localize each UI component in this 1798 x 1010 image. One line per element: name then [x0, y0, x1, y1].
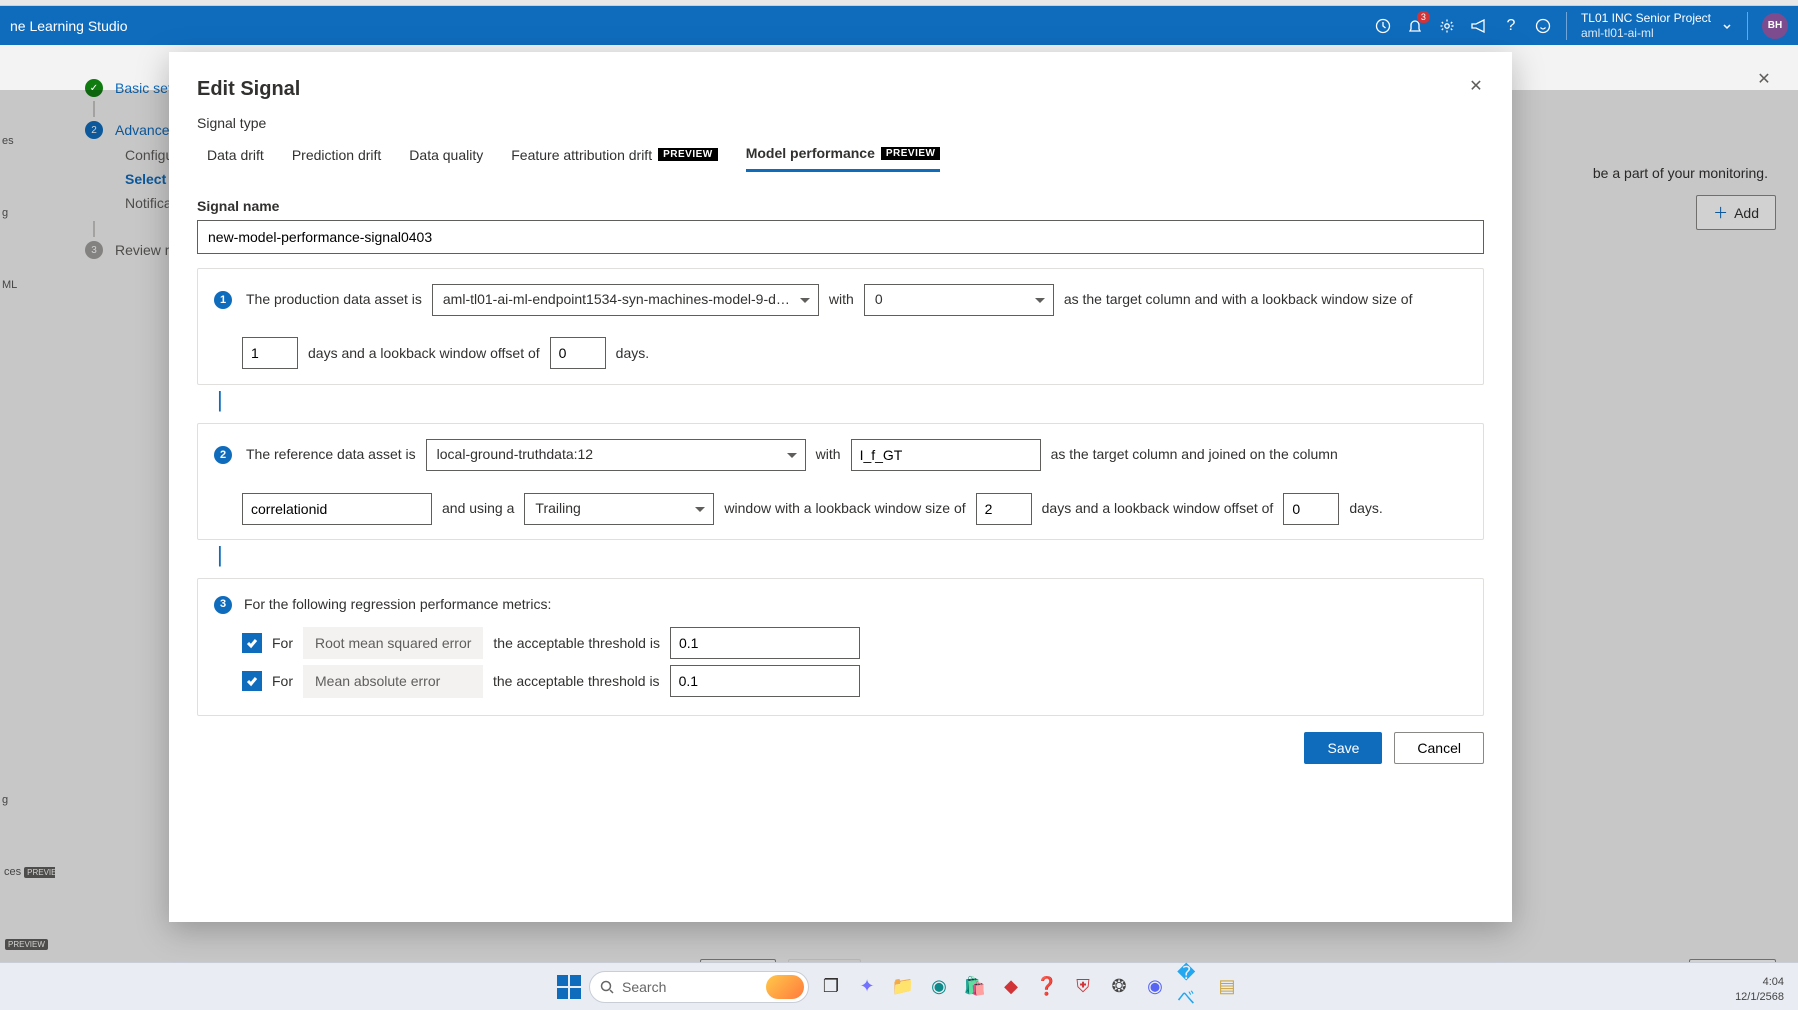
connector-icon: | [217, 542, 1484, 568]
help-app-icon[interactable]: ❓ [1033, 973, 1061, 1001]
metric-name: Root mean squared error [303, 627, 483, 659]
steam-icon[interactable]: ❂ [1105, 973, 1133, 1001]
search-highlight-icon [766, 975, 804, 999]
reference-asset-select[interactable]: local-ground-truthdata:12 [426, 439, 806, 471]
save-button[interactable]: Save [1304, 732, 1382, 764]
rmse-checkbox[interactable] [242, 633, 262, 653]
clock-date: 12/1/2568 [1735, 990, 1784, 1004]
signal-name-input[interactable] [197, 220, 1484, 254]
tab-model-performance[interactable]: Model performancePREVIEW [746, 137, 941, 172]
signal-type-label: Signal type [197, 115, 1484, 131]
reference-target-input[interactable] [851, 439, 1041, 471]
start-button[interactable] [557, 975, 581, 999]
mae-checkbox[interactable] [242, 671, 262, 691]
cancel-button[interactable]: Cancel [1394, 732, 1484, 764]
window-type-select[interactable]: Trailing [524, 493, 714, 525]
production-data-card: 1 The production data asset is aml-tl01-… [197, 268, 1484, 385]
metrics-card: 3 For the following regression performan… [197, 578, 1484, 715]
connector-icon: | [217, 387, 1484, 413]
production-lookback-size-input[interactable] [242, 337, 298, 369]
signal-type-tabs: Data drift Prediction drift Data quality… [207, 137, 1484, 172]
task-view-icon[interactable]: ❐ [817, 973, 845, 1001]
metric-row-mae: For Mean absolute error the acceptable t… [242, 662, 1467, 700]
modal-title: Edit Signal [197, 78, 1484, 101]
account-switcher[interactable]: TL01 INC Senior Project aml-tl01-ai-ml [1581, 11, 1733, 40]
search-icon [600, 980, 614, 994]
signal-name-label: Signal name [197, 198, 1484, 214]
reference-lookback-offset-input[interactable] [1283, 493, 1339, 525]
explorer-icon[interactable]: 📁 [889, 973, 917, 1001]
app-icon[interactable]: ◆ [997, 973, 1025, 1001]
mae-threshold-input[interactable] [670, 665, 860, 697]
vscode-icon[interactable]: �べ [1177, 973, 1205, 1001]
gear-icon[interactable] [1438, 17, 1456, 35]
metric-name: Mean absolute error [303, 665, 483, 697]
rmse-threshold-input[interactable] [670, 627, 860, 659]
windows-taskbar: Search ❐ ✦ 📁 ◉ 🛍️ ◆ ❓ ⛨ ❂ ◉ �べ ▤ 4:04 12… [0, 962, 1798, 1010]
store-icon[interactable]: 🛍️ [961, 973, 989, 1001]
taskbar-search[interactable]: Search [589, 971, 809, 1003]
copilot-icon[interactable]: ✦ [853, 973, 881, 1001]
feedback-icon[interactable] [1534, 17, 1552, 35]
app-title: ne Learning Studio [10, 18, 128, 34]
bell-icon[interactable]: 3 [1406, 17, 1424, 35]
tab-prediction-drift[interactable]: Prediction drift [292, 137, 381, 172]
account-sub: aml-tl01-ai-ml [1581, 26, 1711, 40]
step-badge-2: 2 [214, 446, 232, 464]
edit-signal-modal: ✕ Edit Signal Signal type Data drift Pre… [169, 52, 1512, 922]
production-target-select[interactable]: 0 [864, 284, 1054, 316]
step-badge-3: 3 [214, 596, 232, 614]
edge-icon[interactable]: ◉ [925, 973, 953, 1001]
app-header: ne Learning Studio 3 ? TL01 INC Senior P… [0, 6, 1798, 45]
reference-lookback-size-input[interactable] [976, 493, 1032, 525]
production-lookback-offset-input[interactable] [550, 337, 606, 369]
clock-time: 4:04 [1735, 975, 1784, 989]
step-badge-1: 1 [214, 291, 232, 309]
megaphone-icon[interactable] [1470, 17, 1488, 35]
avatar[interactable]: BH [1762, 13, 1788, 39]
join-column-input[interactable] [242, 493, 432, 525]
tab-data-drift[interactable]: Data drift [207, 137, 264, 172]
notification-badge: 3 [1417, 11, 1430, 23]
metric-row-rmse: For Root mean squared error the acceptab… [242, 624, 1467, 662]
discord-icon[interactable]: ◉ [1141, 973, 1169, 1001]
notepad-icon[interactable]: ▤ [1213, 973, 1241, 1001]
help-icon[interactable]: ? [1502, 17, 1520, 35]
account-name: TL01 INC Senior Project [1581, 11, 1711, 25]
tab-data-quality[interactable]: Data quality [409, 137, 483, 172]
security-icon[interactable]: ⛨ [1069, 973, 1097, 1001]
tab-feature-attribution[interactable]: Feature attribution driftPREVIEW [511, 137, 717, 172]
chevron-down-icon [1721, 20, 1733, 32]
clock-icon[interactable] [1374, 17, 1392, 35]
reference-data-card: 2 The reference data asset is local-grou… [197, 423, 1484, 540]
close-icon[interactable]: ✕ [1464, 74, 1488, 98]
production-asset-select[interactable]: aml-tl01-ai-ml-endpoint1534-syn-machines… [432, 284, 819, 316]
close-panel-button[interactable]: ✕ [1752, 67, 1776, 91]
system-tray[interactable]: 4:04 12/1/2568 [1735, 975, 1784, 1004]
